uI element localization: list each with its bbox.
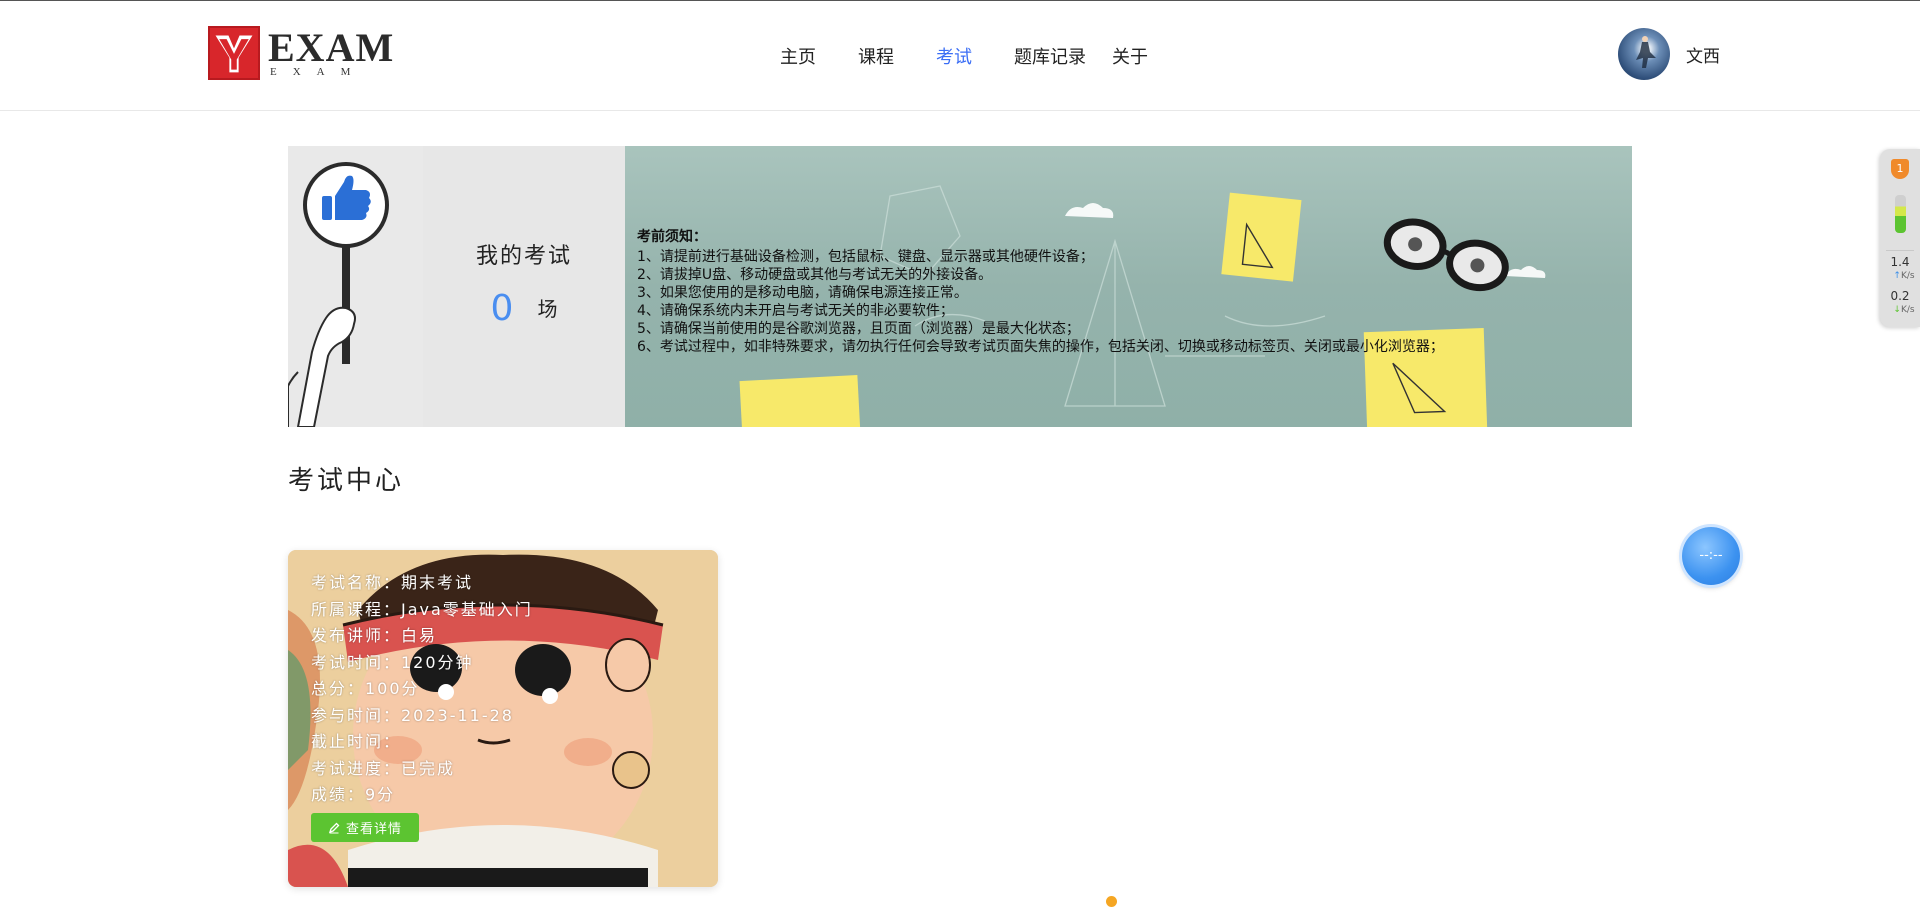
logo-subtext: EXAM: [270, 66, 367, 78]
nav-item-about[interactable]: 关于: [1112, 43, 1148, 69]
divider: [1886, 250, 1914, 251]
nav-item-courses[interactable]: 课程: [858, 43, 894, 69]
nav-item-question-bank[interactable]: 题库记录: [1014, 43, 1086, 69]
exam-deadline: 截止时间：: [311, 732, 402, 751]
exam-count-unit: 场: [537, 297, 558, 321]
exam-teacher: 发布讲师：白易: [311, 626, 438, 645]
exam-notice-board: 考前须知： 1、请提前进行基础设备检测，包括鼠标、键盘、显示器或其他硬件设备； …: [625, 146, 1632, 427]
exam-name: 考试名称：期末考试: [311, 573, 474, 592]
notice-item: 5、请确保当前使用的是谷歌浏览器，且页面（浏览器）是最大化状态；: [637, 321, 1080, 337]
view-details-label: 查看详情: [345, 822, 402, 837]
download-unit: ↓K/s: [1893, 305, 1915, 315]
exam-total-score: 总分：100分: [311, 679, 420, 698]
exam-banner: 我的考试 0场 考前须知： 1、请提前进行基础设备检测，包括鼠标、键盘、显示器或…: [288, 146, 1632, 427]
logo-text: EXAM: [268, 25, 395, 70]
user-menu[interactable]: 文西: [1618, 28, 1720, 80]
notice-item: 4、请确保系统内未开启与考试无关的非必要软件；: [637, 303, 954, 319]
memory-level-bar: [1895, 195, 1906, 233]
my-exams-count: 0场: [423, 288, 625, 329]
notice-item: 2、请拔掉U盘、移动硬盘或其他与考试无关的外接设备。: [637, 267, 993, 283]
exam-course: 所属课程：Java零基础入门: [311, 599, 533, 619]
view-details-button[interactable]: 查看详情: [311, 813, 419, 842]
shield-badge-icon: 1: [1891, 159, 1909, 179]
nav-item-home[interactable]: 主页: [780, 43, 816, 69]
exam-card-info: 考试名称：期末考试 所属课程：Java零基础入门 发布讲师：白易 考试时间：12…: [311, 570, 533, 809]
my-exams-panel: 我的考试 0场: [423, 146, 625, 427]
notice-title: 考前须知：: [637, 229, 707, 245]
notice-item: 3、如果您使用的是移动电脑，请确保电源连接正常。: [637, 285, 968, 301]
exam-count-number: 0: [490, 288, 514, 329]
site-logo[interactable]: EXAM EXAM: [208, 25, 393, 80]
logo-mark-icon: [208, 26, 260, 80]
nav-item-exams[interactable]: 考试: [936, 43, 972, 69]
exam-notice-list: 考前须知： 1、请提前进行基础设备检测，包括鼠标、键盘、显示器或其他硬件设备； …: [637, 228, 1444, 356]
exam-progress: 考试进度：已完成: [311, 758, 456, 778]
avatar[interactable]: [1618, 28, 1670, 80]
pager-dot[interactable]: [1106, 896, 1117, 907]
exam-score: 成绩：9分: [311, 785, 396, 804]
upload-speed: 1.4: [1890, 255, 1910, 269]
exam-card[interactable]: 考试名称：期末考试 所属课程：Java零基础入门 发布讲师：白易 考试时间：12…: [288, 550, 718, 887]
my-exams-title: 我的考试: [475, 244, 572, 269]
edit-icon: [328, 822, 340, 833]
exam-duration: 考试时间：120分钟: [311, 652, 474, 672]
notice-item: 6、考试过程中，如非特殊要求，请勿执行任何会导致考试页面失焦的操作，包括关闭、切…: [637, 339, 1444, 355]
floating-timer-button[interactable]: --:--: [1682, 527, 1740, 585]
notice-item: 1、请提前进行基础设备检测，包括鼠标、键盘、显示器或其他硬件设备；: [637, 249, 1094, 265]
upload-unit: ↑K/s: [1893, 271, 1915, 281]
download-speed: 0.2: [1890, 289, 1910, 303]
exam-join-date: 参与时间：2023-11-28: [311, 705, 514, 725]
main-nav: 主页 课程 考试 题库记录 关于: [780, 43, 1148, 69]
username[interactable]: 文西: [1686, 42, 1720, 67]
top-header: EXAM EXAM 主页 课程 考试 题库记录 关于 文西: [0, 0, 1920, 111]
exam-center-title: 考试中心: [288, 466, 405, 496]
thumbs-up-illustration: [288, 146, 423, 427]
network-speed-widget[interactable]: 1 1.4 ↑K/s 0.2 ↓K/s: [1880, 149, 1920, 327]
